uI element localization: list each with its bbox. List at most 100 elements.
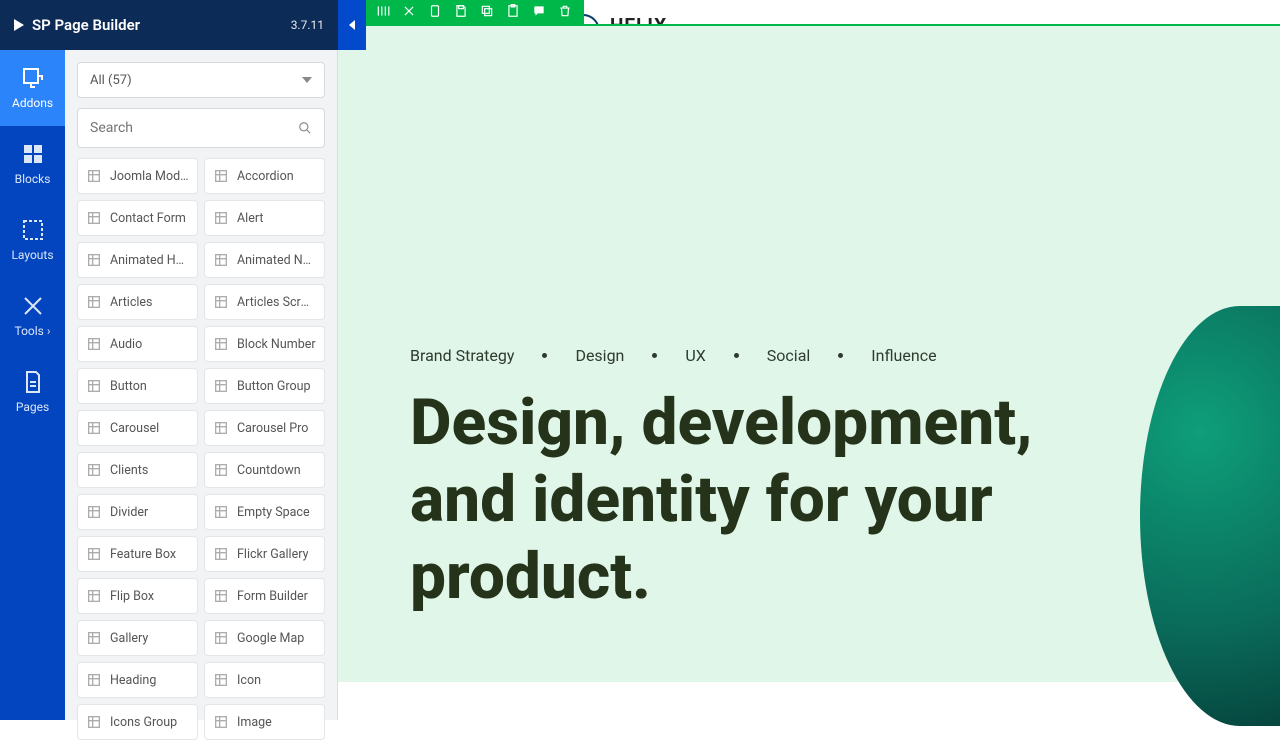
addon-label: Animated Hea... (110, 253, 189, 268)
app-version: 3.7.11 (291, 18, 324, 32)
addon-item[interactable]: Carousel Pro (204, 410, 325, 446)
addon-icon (86, 672, 102, 688)
addon-search[interactable] (77, 108, 325, 148)
separator-dot (734, 353, 739, 358)
addon-item[interactable]: Flickr Gallery (204, 536, 325, 572)
separator-dot (542, 353, 547, 358)
addon-label: Heading (110, 673, 156, 688)
sidebar-item-label: Tools › (15, 324, 51, 338)
addon-label: Clients (110, 463, 148, 478)
addon-item[interactable]: Button Group (204, 368, 325, 404)
addon-item[interactable]: Icons Group (77, 704, 198, 740)
addon-label: Icons Group (110, 715, 177, 730)
close-section-button[interactable] (396, 0, 422, 24)
copy-icon (480, 4, 494, 18)
sidebar-item-addons[interactable]: Addons (0, 50, 65, 126)
sidebar-item-label: Blocks (15, 172, 51, 186)
copy-section-button[interactable] (474, 0, 500, 24)
addon-item[interactable]: Empty Space (204, 494, 325, 530)
addon-icon (86, 210, 102, 226)
sidebar-item-tools[interactable]: Tools › (0, 278, 65, 354)
save-section-button[interactable] (448, 0, 474, 24)
addon-filter-select[interactable]: All (57) (77, 62, 325, 98)
addon-item[interactable]: Form Builder (204, 578, 325, 614)
addon-item[interactable]: Button (77, 368, 198, 404)
close-icon (402, 4, 416, 18)
addon-label: Articles (110, 295, 153, 310)
sidebar-item-pages[interactable]: Pages (0, 354, 65, 430)
addon-item[interactable]: Clients (77, 452, 198, 488)
collapse-panel-button[interactable] (338, 0, 366, 50)
addon-item[interactable]: Feature Box (77, 536, 198, 572)
addon-item[interactable]: Google Map (204, 620, 325, 656)
addon-item[interactable]: Divider (77, 494, 198, 530)
addon-item[interactable]: Carousel (77, 410, 198, 446)
search-icon (298, 121, 312, 135)
addon-icon (86, 462, 102, 478)
addon-label: Gallery (110, 631, 148, 646)
addon-icon (213, 504, 229, 520)
delete-section-button[interactable] (552, 0, 578, 24)
addon-label: Flip Box (110, 589, 154, 604)
addon-item[interactable]: Alert (204, 200, 325, 236)
addon-label: Divider (110, 505, 148, 520)
addon-item[interactable]: Animated Hea... (77, 242, 198, 278)
addon-item[interactable]: Audio (77, 326, 198, 362)
sidebar-item-blocks[interactable]: Blocks (0, 126, 65, 202)
addon-icon (213, 420, 229, 436)
addon-item[interactable]: Icon (204, 662, 325, 698)
sidebar-item-label: Addons (12, 96, 53, 110)
tablet-icon (428, 4, 442, 18)
columns-button[interactable] (370, 0, 396, 24)
addon-label: Articles Scroller (237, 295, 316, 310)
addon-item[interactable]: Articles Scroller (204, 284, 325, 320)
device-button[interactable] (422, 0, 448, 24)
addons-icon (21, 66, 45, 90)
addon-item[interactable]: Animated Nu... (204, 242, 325, 278)
addon-item[interactable]: Contact Form (77, 200, 198, 236)
addon-item[interactable]: Accordion (204, 158, 325, 194)
addon-item[interactable]: Gallery (77, 620, 198, 656)
hero-tags: Brand StrategyDesignUXSocialInfluence (410, 346, 1240, 365)
addon-icon (213, 294, 229, 310)
addon-item[interactable]: Heading (77, 662, 198, 698)
columns-icon (376, 4, 390, 18)
addon-label: Audio (110, 337, 142, 352)
app-header: SP Page Builder 3.7.11 (0, 0, 338, 50)
hero-tag: Influence (871, 346, 936, 365)
blocks-icon (21, 142, 45, 166)
play-icon (14, 19, 24, 31)
addon-item[interactable]: Block Number (204, 326, 325, 362)
addon-label: Feature Box (110, 547, 176, 562)
addon-label: Accordion (237, 169, 294, 184)
addon-icon (86, 714, 102, 730)
addon-label: Icon (237, 673, 261, 688)
addon-item[interactable]: Flip Box (77, 578, 198, 614)
app-title: SP Page Builder (32, 16, 291, 34)
addon-item[interactable]: Countdown (204, 452, 325, 488)
paste-section-button[interactable] (500, 0, 526, 24)
addon-label: Carousel Pro (237, 421, 308, 436)
filter-value: All (57) (90, 73, 132, 88)
sidebar-item-layouts[interactable]: Layouts (0, 202, 65, 278)
addon-icon (86, 378, 102, 394)
pages-icon (21, 370, 45, 394)
separator-dot (652, 353, 657, 358)
addon-icon (213, 588, 229, 604)
addon-label: Contact Form (110, 211, 186, 226)
tools-icon (21, 294, 45, 318)
hero-headline[interactable]: Design, development, and identity for yo… (410, 385, 1110, 615)
addon-icon (86, 252, 102, 268)
addon-item[interactable]: Articles (77, 284, 198, 320)
addon-item[interactable]: Joomla Module (77, 158, 198, 194)
separator-dot (838, 353, 843, 358)
addon-label: Button (110, 379, 147, 394)
hero-tag: Brand Strategy (410, 346, 514, 365)
addon-label: Carousel (110, 421, 159, 436)
canvas-section[interactable]: Brand StrategyDesignUXSocialInfluence De… (338, 24, 1280, 682)
trash-icon (558, 4, 572, 18)
comment-button[interactable] (526, 0, 552, 24)
search-input[interactable] (90, 120, 298, 136)
addon-icon (86, 168, 102, 184)
addon-item[interactable]: Image (204, 704, 325, 740)
